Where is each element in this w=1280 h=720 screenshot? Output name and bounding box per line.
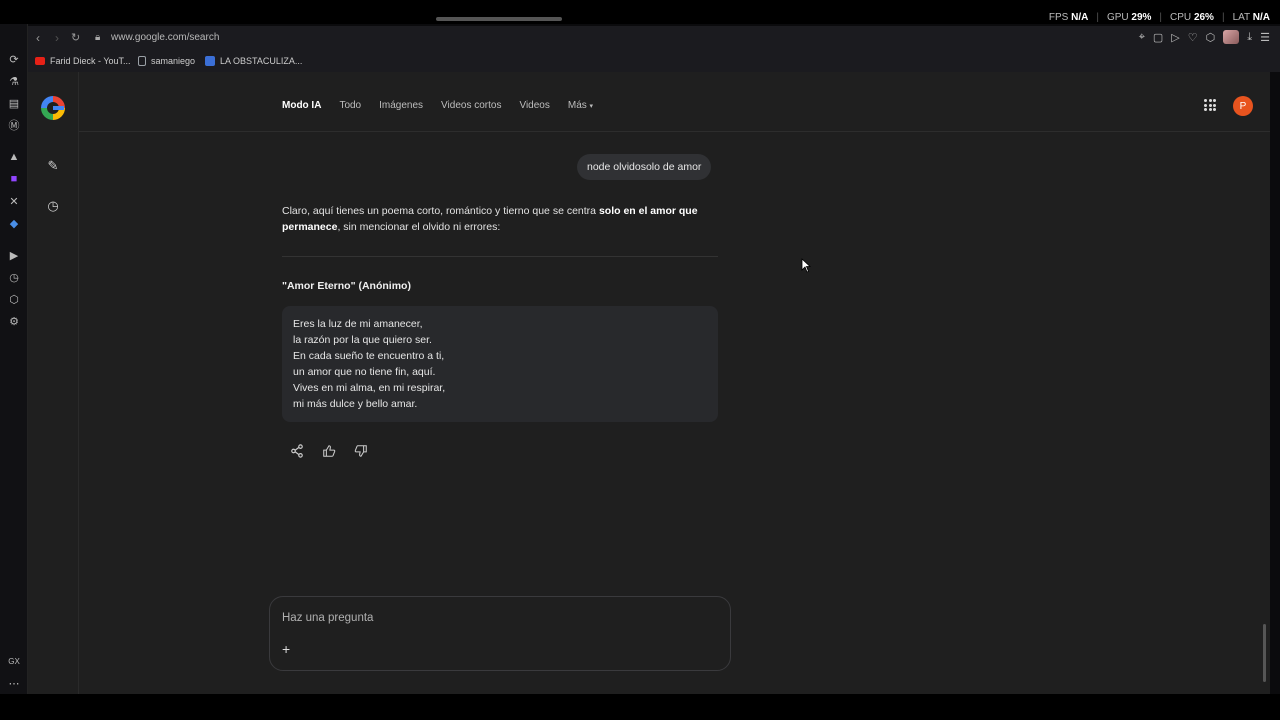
- user-query-bubble: node olvidosolo de amor: [577, 154, 712, 180]
- settings-icon[interactable]: ⚙: [7, 314, 21, 328]
- tab-mas[interactable]: Más ▾: [568, 100, 593, 111]
- lock-icon[interactable]: 🔒︎: [95, 32, 100, 43]
- poem-block: Eres la luz de mi amanecer, la razón por…: [282, 306, 718, 422]
- performance-stats: FPS N/A | GPU 29% | CPU 26% | LAT N/A: [1049, 12, 1270, 23]
- google-page: ✎ ◷ Modo IA Todo Imágenes Videos cortos …: [28, 72, 1270, 694]
- bottom-bar: [0, 694, 1280, 720]
- back-icon[interactable]: ‹: [36, 31, 40, 45]
- lat-label: LAT: [1232, 12, 1250, 23]
- poem-line: un amor que no tiene fin, aquí.: [293, 366, 436, 378]
- scrollbar[interactable]: [1263, 624, 1266, 682]
- poem-line: Eres la luz de mi amanecer,: [293, 318, 423, 330]
- player-icon[interactable]: ▷: [1171, 31, 1179, 44]
- fps-value: N/A: [1071, 12, 1089, 23]
- reload-icon[interactable]: ↻: [71, 31, 80, 44]
- mouse-cursor-icon: [801, 258, 811, 273]
- thumbs-up-icon[interactable]: [322, 444, 336, 458]
- lat-value: N/A: [1252, 12, 1270, 23]
- address-bar: ‹ › ↻ 🔒︎ www.google.com/search ⌖ ▢ ▷ ♡ ⬡…: [28, 26, 1280, 50]
- poem-title: "Amor Eterno" (Anónimo): [282, 280, 411, 292]
- google-sidebar: ✎ ◷: [28, 72, 79, 694]
- separator: |: [1096, 12, 1099, 23]
- more-icon[interactable]: ⋯: [7, 676, 21, 690]
- forward-icon[interactable]: ›: [55, 31, 59, 45]
- fps-label: FPS: [1048, 12, 1069, 23]
- gx-icon[interactable]: GX: [7, 654, 21, 668]
- screen: FPS N/A | GPU 29% | CPU 26% | LAT N/A ⟳ …: [0, 0, 1280, 720]
- youtube-icon: [35, 57, 45, 65]
- separator: |: [1159, 12, 1163, 23]
- share-icon[interactable]: [290, 444, 304, 458]
- tab-indicator[interactable]: [436, 17, 562, 21]
- system-stats-bar: FPS N/A | GPU 29% | CPU 26% | LAT N/A: [0, 0, 1280, 24]
- search-tabs: Modo IA Todo Imágenes Videos cortos Vide…: [282, 100, 593, 111]
- news-icon[interactable]: ▤: [7, 96, 21, 110]
- apps-grid-icon[interactable]: [1204, 99, 1216, 111]
- site-icon: [205, 56, 215, 66]
- refresh-icon[interactable]: ⟳: [7, 52, 21, 66]
- answer-text: Claro, aquí tienes un poema corto, román…: [282, 205, 599, 217]
- cpu-value: 26%: [1193, 12, 1214, 23]
- tab-videos[interactable]: Videos: [519, 100, 549, 111]
- answer-actions: [290, 444, 368, 458]
- browser-sidebar: ⟳ ⚗ ▤ Ⓜ ▲ ■ ✕ ◆ ▶ ◷ ⬡ ⚙ GX ⋯: [0, 24, 28, 694]
- gpu-value: 29%: [1131, 12, 1152, 23]
- plus-icon[interactable]: +: [282, 641, 290, 657]
- m-app-icon[interactable]: Ⓜ: [7, 118, 21, 132]
- bookmark-item[interactable]: Farid Dieck - YouT...: [35, 56, 131, 66]
- tab-todo[interactable]: Todo: [339, 100, 361, 111]
- extensions-icon[interactable]: ⬡: [7, 292, 21, 306]
- tab-imagenes[interactable]: Imágenes: [379, 100, 423, 111]
- chevron-down-icon: ▾: [589, 103, 594, 110]
- ask-box: +: [269, 596, 731, 671]
- x-icon[interactable]: ✕: [7, 194, 21, 208]
- google-logo[interactable]: [41, 96, 65, 120]
- tab-mas-label: Más: [567, 100, 587, 111]
- app-icon[interactable]: ◆: [7, 216, 21, 230]
- twitch-icon[interactable]: ■: [7, 172, 21, 186]
- profile-avatar[interactable]: P: [1233, 96, 1253, 116]
- ai-answer-intro: Claro, aquí tienes un poema corto, román…: [282, 203, 718, 235]
- history-icon[interactable]: ◷: [7, 270, 21, 284]
- new-chat-icon[interactable]: ✎: [45, 158, 61, 174]
- flask-icon[interactable]: ⚗: [7, 74, 21, 88]
- page-icon: [138, 56, 146, 66]
- header-divider: [79, 131, 1270, 132]
- snapshot-icon[interactable]: ▢: [1153, 31, 1163, 44]
- bookmark-label: samaniego: [151, 56, 196, 66]
- user-avatar[interactable]: [1223, 30, 1240, 44]
- answer-text: , sin mencionar el olvido ni errores:: [337, 221, 501, 233]
- bookmark-label: LA OBSTACULIZA...: [220, 56, 303, 66]
- ask-input[interactable]: [282, 609, 702, 627]
- content-divider: [282, 256, 718, 257]
- poem-line: la razón por la que quiero ser.: [293, 334, 432, 346]
- play-icon[interactable]: ▶: [7, 248, 21, 262]
- separator: |: [1221, 12, 1225, 23]
- menu-icon[interactable]: ☰: [1260, 31, 1270, 44]
- bookmarks-bar: Farid Dieck - YouT... samaniego LA OBSTA…: [28, 50, 1280, 72]
- cpu-label: CPU: [1170, 12, 1192, 23]
- tab-videos-cortos[interactable]: Videos cortos: [441, 100, 501, 111]
- poem-line: Vives en mi alma, en mi respirar,: [293, 382, 446, 394]
- history-icon[interactable]: ◷: [45, 198, 61, 214]
- download-icon[interactable]: ⤓: [1247, 31, 1252, 44]
- bookmark-item[interactable]: samaniego: [138, 56, 195, 66]
- toolbar-icons: ⌖ ▢ ▷ ♡ ⬡ ⤓ ☰: [1139, 30, 1270, 44]
- pin-icon[interactable]: ⌖: [1139, 31, 1145, 44]
- bookmark-label: Farid Dieck - YouT...: [50, 56, 131, 66]
- poem-line: En cada sueño te encuentro a ti,: [293, 350, 445, 362]
- heart-icon[interactable]: ♡: [1188, 31, 1198, 44]
- bookmark-item[interactable]: LA OBSTACULIZA...: [205, 56, 302, 66]
- cube-icon[interactable]: ⬡: [1206, 31, 1216, 44]
- thumbs-down-icon[interactable]: [354, 444, 368, 458]
- arrow-app-icon[interactable]: ▲: [7, 150, 21, 164]
- url-text[interactable]: www.google.com/search: [111, 32, 219, 43]
- tab-modo-ia[interactable]: Modo IA: [282, 100, 321, 111]
- poem-line: mi más dulce y bello amar.: [293, 398, 418, 410]
- gpu-label: GPU: [1106, 12, 1129, 23]
